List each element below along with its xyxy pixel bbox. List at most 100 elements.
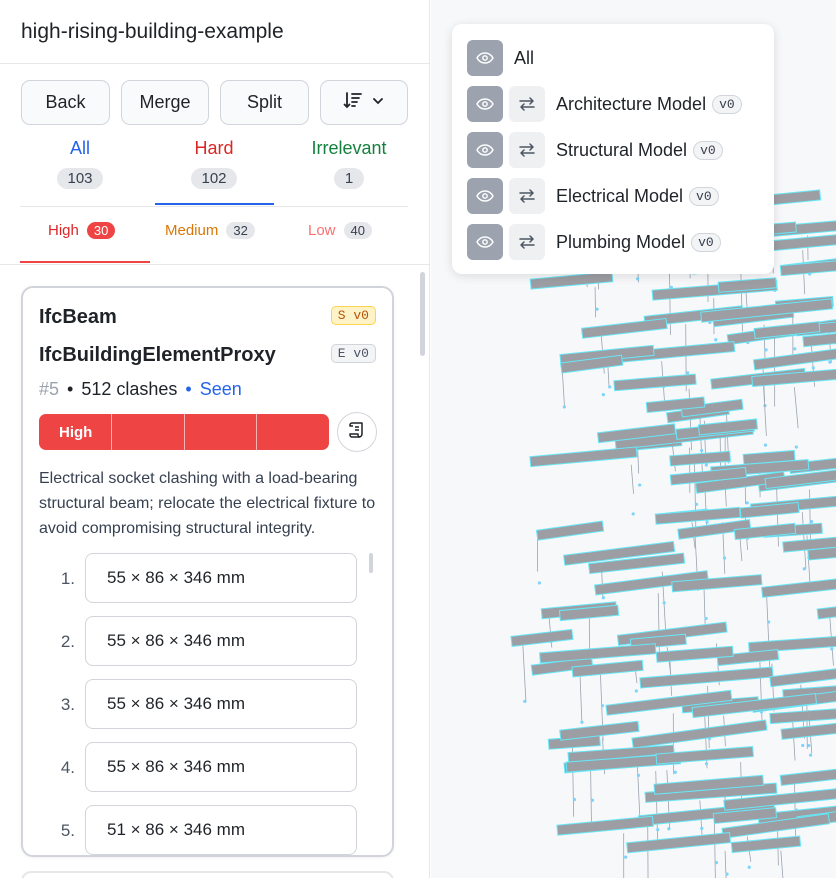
tab-irrelevant-count: 1 [334,168,364,189]
swap-arrows-icon[interactable] [509,224,545,260]
clash-panel: high-rising-building-example Back Merge … [0,0,430,878]
model-version-tag: v0 [691,232,721,252]
severity-bar-segment [112,414,185,450]
eye-icon[interactable] [467,86,503,122]
rod-end [601,393,605,397]
rod-end [608,385,612,389]
eye-icon[interactable] [467,132,503,168]
rod-end [809,753,813,757]
beam-element [535,520,605,541]
tab-all[interactable]: All 103 [20,138,140,189]
rod-end [523,699,527,703]
hanger-rod [655,771,659,843]
clash-meta: #5 • 512 clashes • Seen [39,379,242,399]
next-clash-card[interactable] [21,871,394,878]
list-item[interactable]: 1. 55 × 86 × 346 mm [39,553,369,603]
item-dimensions[interactable]: 55 × 86 × 346 mm [85,742,357,792]
beam-element [769,662,836,688]
rod-end [793,347,797,351]
rod-end [828,360,832,364]
list-scrollbar[interactable] [420,272,425,356]
tab-hard-label: Hard [194,138,234,158]
list-item[interactable]: 2. 55 × 86 × 346 mm [39,616,369,666]
item-dimensions[interactable]: 51 × 86 × 346 mm [85,805,357,855]
model-version-tag: v0 [689,186,719,206]
tab-all-count: 103 [57,168,103,189]
split-button[interactable]: Split [220,80,309,125]
rod-end [537,581,541,585]
item-dimensions[interactable]: 55 × 86 × 346 mm [85,616,357,666]
rod-end [673,770,677,774]
beam-element [739,501,800,519]
swap-arrows-icon[interactable] [509,86,545,122]
rod-end [700,826,704,830]
sort-dropdown-button[interactable] [320,80,408,125]
rod-end [638,483,642,487]
rod-end [624,855,628,859]
item-dimensions[interactable]: 55 × 86 × 346 mm [85,679,357,729]
severity-low-label: Low [308,222,336,239]
rod-end [667,827,671,831]
merge-button[interactable]: Merge [121,80,209,125]
severity-bar-segment [257,414,329,450]
severity-high-count: 30 [86,222,116,239]
hanger-rod [776,486,779,547]
model-row-plumbing-model[interactable]: Plumbing Model v0 [467,224,721,260]
rod-end [811,366,815,370]
eye-icon[interactable] [467,224,503,260]
chevron-down-icon [371,92,385,113]
model-row-architecture-model[interactable]: Architecture Model v0 [467,86,742,122]
rod-end [763,443,768,447]
app-root: high-rising-building-example Back Merge … [0,0,836,878]
model-all-label: All [514,47,535,68]
beam-element [769,708,836,725]
rod-end [794,445,798,449]
clash-card[interactable]: IfcBeam S v0 IfcBuildingElementProxy E v… [21,286,394,857]
severity-bar[interactable]: High [39,414,329,450]
hanger-rod [594,287,597,318]
list-item[interactable]: 3. 55 × 86 × 346 mm [39,679,369,729]
swap-arrows-icon[interactable] [509,178,545,214]
beam-element [669,450,731,467]
model-version-tag: v0 [712,94,742,114]
hanger-rod [739,537,743,562]
note-button[interactable] [337,412,377,452]
eye-icon[interactable] [467,40,503,76]
severity-tab-medium[interactable]: Medium 32 [165,222,255,239]
active-severity-indicator [20,261,150,263]
list-item[interactable]: 5. 51 × 86 × 346 mm [39,805,369,855]
item-number: 2. [60,632,75,651]
severity-medium-count: 32 [226,222,255,239]
clash-id: #5 [39,379,60,399]
beam-element [556,815,654,836]
hanger-rod [579,673,583,723]
severity-tab-high[interactable]: High 30 [48,222,116,239]
item-number: 3. [60,695,75,714]
severity-tab-low[interactable]: Low 40 [308,222,372,239]
rod-end [601,596,605,600]
model-row-structural-model[interactable]: Structural Model v0 [467,132,723,168]
tab-hard[interactable]: Hard 102 [154,138,274,189]
sort-lines-icon [343,90,363,115]
model-row-all[interactable]: All [467,40,534,76]
hanger-rod [699,410,704,479]
hanger-rod [763,384,767,436]
item-dimensions[interactable]: 55 × 86 × 346 mm [85,553,357,603]
model-name: Plumbing Model [556,231,686,252]
clash-description: Electrical socket clashing with a load-b… [39,470,376,537]
list-item[interactable]: 4. 55 × 86 × 346 mm [39,742,369,792]
rod-end [631,512,635,516]
rod-end [704,762,709,766]
hanger-rod [637,448,640,474]
swap-arrows-icon[interactable] [509,132,545,168]
tab-irrelevant-label: Irrelevant [311,138,387,158]
tab-irrelevant[interactable]: Irrelevant 1 [289,138,409,189]
rod-end [704,616,708,621]
model-row-electrical-model[interactable]: Electrical Model v0 [467,178,719,214]
item-list-scrollbar[interactable] [369,553,373,573]
beam-element [510,628,574,647]
rod-end [802,567,806,571]
back-button[interactable]: Back [21,80,110,125]
rod-end [767,620,771,624]
eye-icon[interactable] [467,178,503,214]
